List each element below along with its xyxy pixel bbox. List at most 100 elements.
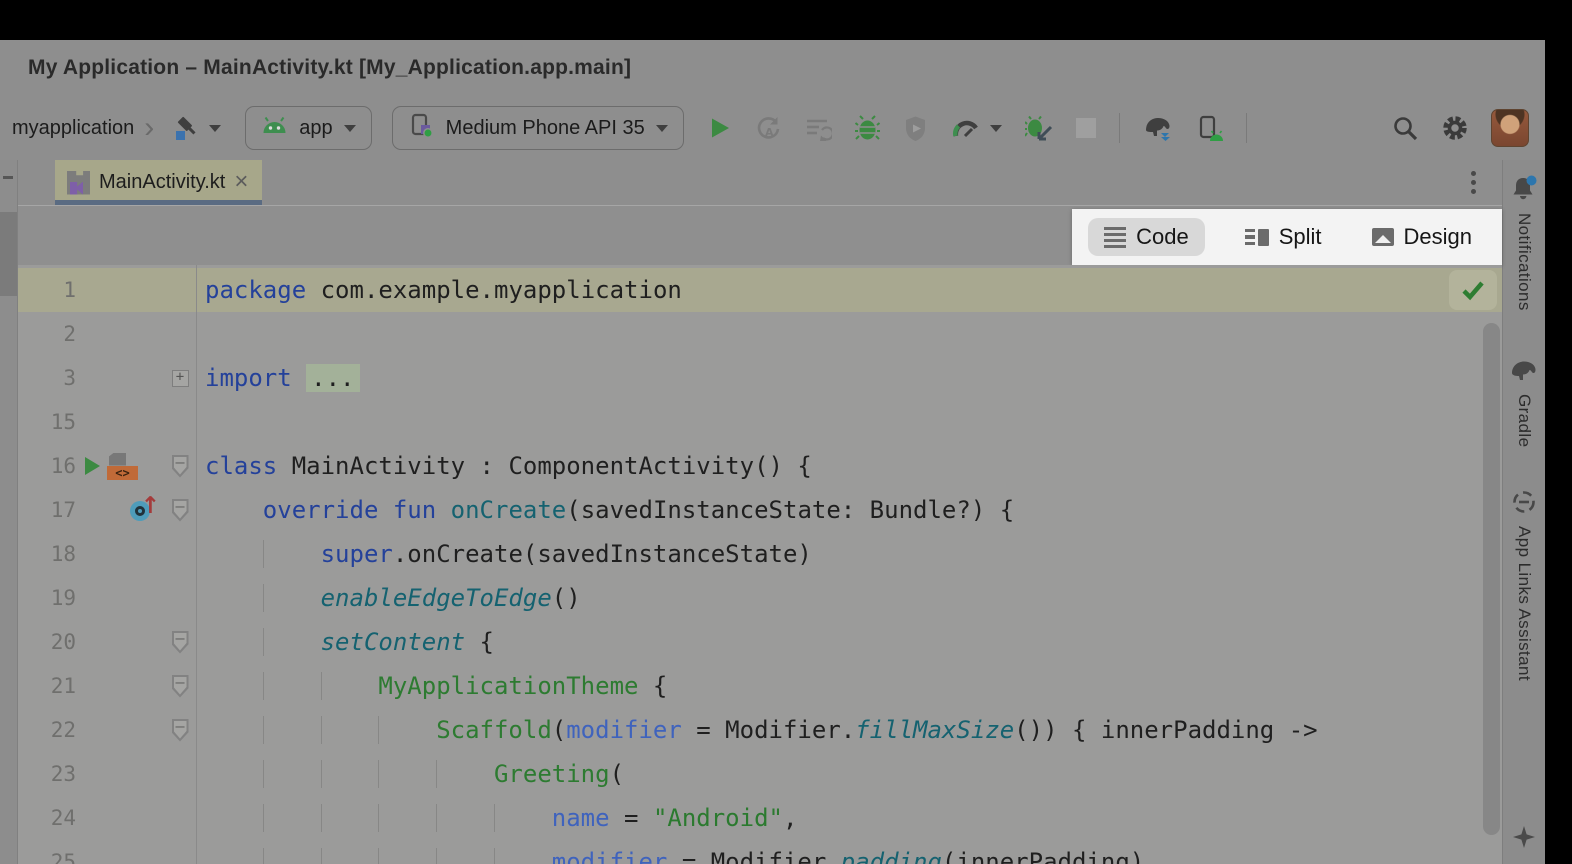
fold-column: – xyxy=(164,455,196,478)
line-number: 17 xyxy=(18,498,76,522)
split-view-label: Split xyxy=(1279,224,1322,250)
view-mode-switcher: Code Split Design xyxy=(1072,209,1502,265)
stripe-block-mark xyxy=(0,212,17,296)
tab-options-kebab-icon[interactable] xyxy=(1471,171,1476,194)
split-view-icon xyxy=(1245,229,1269,246)
run-configuration-caret-icon xyxy=(344,125,356,132)
code-row: 21– MyApplicationTheme { xyxy=(18,664,1502,708)
fold-expand-icon[interactable]: + xyxy=(172,370,189,387)
inspections-ok-widget[interactable] xyxy=(1449,270,1497,310)
debug-button[interactable] xyxy=(855,115,880,142)
code-row: 18 super.onCreate(savedInstanceState) xyxy=(18,532,1502,576)
search-everywhere-icon[interactable] xyxy=(1392,115,1419,142)
run-configuration-label: app xyxy=(299,117,332,140)
apply-changes-restart-icon: A xyxy=(755,115,782,142)
left-tool-window-stripe[interactable] xyxy=(0,160,18,864)
code-line[interactable]: MyApplicationTheme { xyxy=(196,672,1502,700)
run-configuration-selector[interactable]: app xyxy=(245,106,371,150)
apply-code-changes-icon xyxy=(805,115,832,142)
line-number: 25 xyxy=(18,850,76,864)
code-row: 3+import ... xyxy=(18,356,1502,400)
right-tool-window-stripe: Notifications Gradle xyxy=(1502,160,1545,864)
code-row: 25 modifier = Modifier.padding(innerPadd… xyxy=(18,840,1502,864)
tab-mainactivity[interactable]: MainActivity.kt × xyxy=(55,160,262,205)
sparkle-icon xyxy=(1512,825,1536,854)
fold-column: – xyxy=(164,631,196,654)
profile-app-shield-icon xyxy=(903,115,928,142)
line-number: 18 xyxy=(18,542,76,566)
check-icon xyxy=(1460,277,1486,303)
code-line[interactable]: Greeting( xyxy=(196,760,1502,788)
run-class-gutter-icon[interactable] xyxy=(85,457,100,475)
code-editor[interactable]: 1package com.example.myapplication23+imp… xyxy=(18,265,1502,864)
view-button-design[interactable]: Design xyxy=(1362,218,1482,256)
device-selector-caret-icon xyxy=(656,125,668,132)
user-avatar[interactable] xyxy=(1491,109,1529,147)
code-row: 2 xyxy=(18,312,1502,356)
code-line[interactable]: import ... xyxy=(196,364,1502,392)
code-line[interactable]: setContent { xyxy=(196,628,1502,656)
gradle-elephant-icon xyxy=(1509,359,1539,388)
code-row: 20 – setContent { xyxy=(18,620,1502,664)
code-line[interactable]: package com.example.myapplication xyxy=(196,276,1502,304)
line-number: 20 xyxy=(18,630,76,654)
code-line[interactable]: modifier = Modifier.padding(innerPadding… xyxy=(196,848,1502,864)
code-line[interactable]: override fun onCreate(savedInstanceState… xyxy=(196,496,1502,524)
code-line[interactable]: class MainActivity : ComponentActivity()… xyxy=(196,452,1502,480)
code-lines: 1package com.example.myapplication23+imp… xyxy=(18,265,1502,864)
gutter-icons: <> xyxy=(76,453,164,480)
build-hammer-icon[interactable] xyxy=(172,115,199,142)
notifications-bell-icon xyxy=(1510,174,1538,207)
sidebar-item-notifications[interactable]: Notifications xyxy=(1510,174,1538,311)
code-line[interactable]: name = "Android", xyxy=(196,804,1502,832)
code-row: 16<>–class MainActivity : ComponentActiv… xyxy=(18,444,1502,488)
line-number: 24 xyxy=(18,806,76,830)
gradle-sync-icon[interactable] xyxy=(1143,115,1173,141)
code-row: 19 enableEdgeToEdge() xyxy=(18,576,1502,620)
device-selector[interactable]: Medium Phone API 35 xyxy=(392,106,684,150)
content-area: MainActivity.kt × Code xyxy=(0,160,1545,864)
line-number: 2 xyxy=(18,322,76,346)
view-button-split[interactable]: Split xyxy=(1235,218,1332,256)
code-view-icon xyxy=(1104,227,1126,248)
gutter-border xyxy=(196,265,197,864)
editor-pane: MainActivity.kt × Code xyxy=(18,160,1502,864)
toolbar-separator xyxy=(1119,113,1120,143)
breadcrumb-module[interactable]: myapplication xyxy=(12,117,134,140)
android-studio-window: My Application – MainActivity.kt [My_App… xyxy=(0,40,1545,864)
fold-collapse-handle[interactable]: – xyxy=(172,631,189,654)
fold-collapse-handle[interactable]: – xyxy=(172,499,189,522)
sidebar-item-app-links-assistant[interactable]: App Links Assistant xyxy=(1511,489,1537,681)
compose-preview-gutter-icon[interactable]: <> xyxy=(107,453,138,480)
fold-collapse-handle[interactable]: – xyxy=(172,719,189,742)
settings-gear-icon[interactable] xyxy=(1441,114,1469,142)
profiler-gauge-icon[interactable] xyxy=(951,116,979,141)
svg-text:A: A xyxy=(765,126,774,139)
override-method-gutter-icon[interactable]: ↑ xyxy=(128,496,162,524)
sidebar-item-gradle[interactable]: Gradle xyxy=(1509,359,1539,447)
sidebar-item-label: Notifications xyxy=(1514,213,1534,311)
line-number: 23 xyxy=(18,762,76,786)
code-line[interactable]: enableEdgeToEdge() xyxy=(196,584,1502,612)
view-button-code[interactable]: Code xyxy=(1088,218,1205,256)
tab-close-icon[interactable]: × xyxy=(234,170,248,194)
fold-collapse-handle[interactable]: – xyxy=(172,675,189,698)
code-line[interactable]: Scaffold(modifier = Modifier.fillMaxSize… xyxy=(196,716,1502,744)
fold-column: + xyxy=(164,370,196,387)
android-module-icon xyxy=(261,116,288,140)
code-row: 15 xyxy=(18,400,1502,444)
stop-button-icon xyxy=(1076,118,1096,138)
editor-scrollbar-thumb[interactable] xyxy=(1483,323,1500,835)
fold-collapse-handle[interactable]: – xyxy=(172,455,189,478)
run-button[interactable] xyxy=(706,115,732,141)
main-toolbar: › myapplication › xyxy=(0,96,1545,160)
build-dropdown-caret-icon[interactable] xyxy=(209,125,221,132)
profiler-caret-icon[interactable] xyxy=(990,125,1002,132)
attach-debugger-icon[interactable] xyxy=(1025,115,1053,142)
sidebar-item-label: Gradle xyxy=(1514,394,1534,447)
sidebar-item-gemini[interactable] xyxy=(1512,825,1536,854)
stripe-dash-mark xyxy=(3,176,13,179)
device-selector-label: Medium Phone API 35 xyxy=(446,117,645,140)
device-manager-icon[interactable] xyxy=(1196,115,1223,142)
code-line[interactable]: super.onCreate(savedInstanceState) xyxy=(196,540,1502,568)
